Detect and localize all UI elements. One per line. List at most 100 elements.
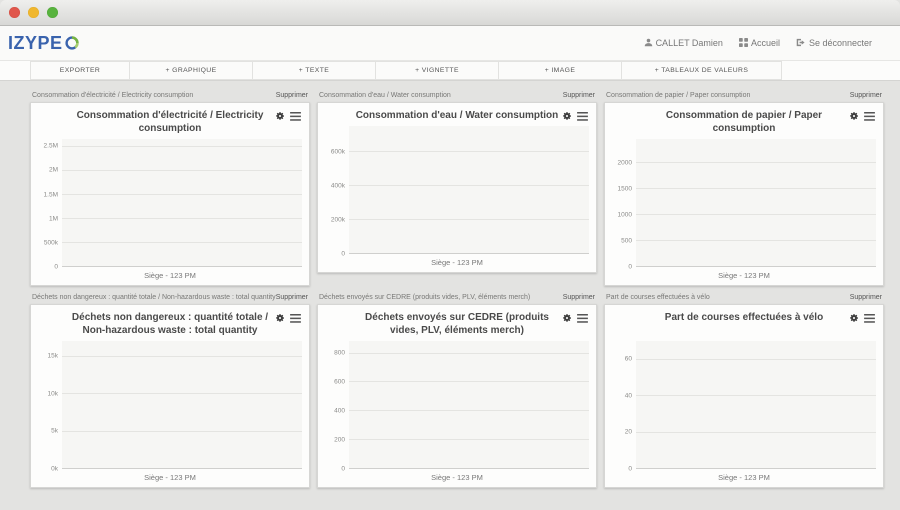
y-tick-label: 400k xyxy=(330,182,345,190)
maximize-window-button[interactable] xyxy=(47,7,58,18)
chart-export-menu-icon[interactable] xyxy=(864,111,875,121)
y-tick-label: 20 xyxy=(624,428,632,436)
panel-label: Consommation d'eau / Water consumption xyxy=(319,92,451,99)
gear-icon[interactable] xyxy=(849,111,859,121)
panel-delete-link[interactable]: Supprimer xyxy=(563,92,595,99)
y-tick-label: 0k xyxy=(51,465,58,473)
gear-icon[interactable] xyxy=(849,313,859,323)
chart-card-header: Déchets envoyés sur CEDRE (produits vide… xyxy=(325,311,589,337)
chart-plot xyxy=(636,341,876,469)
app-header: IZYPE CALLET Damien Accueil Se déconnect… xyxy=(0,26,900,60)
y-tick-label: 1000 xyxy=(617,211,632,219)
y-tick-label: 2.5M xyxy=(43,142,58,150)
chart-card-header: Consommation de papier / Paper consumpti… xyxy=(612,109,876,135)
y-tick-label: 0 xyxy=(628,263,632,271)
chart-export-menu-icon[interactable] xyxy=(864,313,875,323)
panel-header: Consommation d'eau / Water consumption S… xyxy=(317,91,597,102)
chart-yaxis: 15k 10k 5k 0k xyxy=(38,341,62,473)
chart-xaxis-label: Siège - 123 PM xyxy=(431,258,483,267)
panel-delete-link[interactable]: Supprimer xyxy=(276,294,308,301)
chart-card: Consommation d'eau / Water consumption 6… xyxy=(317,102,597,273)
accueil-link[interactable]: Accueil xyxy=(738,37,780,49)
chart-plot xyxy=(62,139,302,267)
user-bar: CALLET Damien Accueil Se déconnecter xyxy=(644,37,872,49)
chart-bars xyxy=(62,139,302,266)
y-tick-label: 600 xyxy=(334,378,345,386)
panel-header: Consommation d'électricité / Electricity… xyxy=(30,91,310,102)
chart-yaxis: 2000 1500 1000 500 0 xyxy=(612,139,636,271)
logout-label: Se déconnecter xyxy=(808,38,872,48)
toolbar-item-5[interactable]: + IMAGE xyxy=(499,61,622,80)
chart-card-header: Déchets non dangereux : quantité totale … xyxy=(38,311,302,337)
dashboard-content: Consommation d'électricité / Electricity… xyxy=(0,81,900,488)
y-tick-label: 40 xyxy=(624,392,632,400)
gear-icon[interactable] xyxy=(275,111,285,121)
chart-yaxis: 600k 400k 200k 0 xyxy=(325,126,349,257)
y-tick-label: 2M xyxy=(48,166,58,174)
y-tick-label: 0 xyxy=(54,263,58,271)
minimize-window-button[interactable] xyxy=(28,7,39,18)
chart-bars xyxy=(636,341,876,468)
panel-delete-link[interactable]: Supprimer xyxy=(276,92,308,99)
gear-icon[interactable] xyxy=(562,313,572,323)
chart-title: Consommation d'électricité / Electricity… xyxy=(76,110,264,134)
chart-card-icons xyxy=(849,111,875,121)
chart-bars xyxy=(349,341,589,468)
chart-bars xyxy=(349,126,589,253)
chart-card-header: Consommation d'électricité / Electricity… xyxy=(38,109,302,135)
panel-delete-link[interactable]: Supprimer xyxy=(563,294,595,301)
chart-panel: Déchets non dangereux : quantité totale … xyxy=(30,293,310,488)
chart-plot xyxy=(349,341,589,469)
close-window-button[interactable] xyxy=(9,7,20,18)
panel-header: Déchets non dangereux : quantité totale … xyxy=(30,293,310,304)
gear-icon[interactable] xyxy=(562,111,572,121)
chart-export-menu-icon[interactable] xyxy=(577,111,588,121)
chart-card: Consommation d'électricité / Electricity… xyxy=(30,102,310,286)
chart-area: 60 40 20 0 xyxy=(612,341,876,473)
panel-header: Consommation de papier / Paper consumpti… xyxy=(604,91,884,102)
logout-link[interactable]: Se déconnecter xyxy=(796,38,872,49)
chart-plot xyxy=(349,126,589,254)
chart-panel: Consommation d'eau / Water consumption S… xyxy=(317,91,597,286)
chart-export-menu-icon[interactable] xyxy=(290,111,301,121)
toolbar-item-2[interactable]: + GRAPHIQUE xyxy=(130,61,253,80)
user-menu[interactable]: CALLET Damien xyxy=(644,38,723,49)
chart-xaxis-label: Siège - 123 PM xyxy=(431,473,483,482)
chart-card-header: Part de courses effectuées à vélo xyxy=(612,311,876,337)
y-tick-label: 10k xyxy=(47,390,58,398)
panel-delete-link[interactable]: Supprimer xyxy=(850,92,882,99)
y-tick-label: 60 xyxy=(624,355,632,363)
y-tick-label: 800 xyxy=(334,349,345,357)
y-tick-label: 0 xyxy=(341,465,345,473)
logo-o-icon xyxy=(64,35,80,51)
chart-title: Part de courses effectuées à vélo xyxy=(664,312,824,323)
toolbar-item-6[interactable]: + TABLEAUX DE VALEURS xyxy=(622,61,782,80)
chart-export-menu-icon[interactable] xyxy=(290,313,301,323)
y-tick-label: 1500 xyxy=(617,185,632,193)
chart-card: Consommation de papier / Paper consumpti… xyxy=(604,102,884,286)
chart-area: 600k 400k 200k 0 xyxy=(325,126,589,258)
toolbar-item-3[interactable]: + TEXTE xyxy=(253,61,376,80)
y-tick-label: 600k xyxy=(330,148,345,156)
chart-export-menu-icon[interactable] xyxy=(577,313,588,323)
chart-area: 15k 10k 5k 0k xyxy=(38,341,302,473)
chart-title: Déchets non dangereux : quantité totale … xyxy=(71,312,269,336)
y-tick-label: 1.5M xyxy=(43,191,58,199)
toolbar-item-4[interactable]: + VIGNETTE xyxy=(376,61,499,80)
chart-area: 800 600 400 200 0 xyxy=(325,341,589,473)
gear-icon[interactable] xyxy=(275,313,285,323)
chart-xaxis-label: Siège - 123 PM xyxy=(144,271,196,280)
chart-yaxis: 800 600 400 200 0 xyxy=(325,341,349,472)
chart-title: Déchets envoyés sur CEDRE (produits vide… xyxy=(365,312,549,336)
chart-card-icons xyxy=(562,313,588,323)
toolbar-item-1[interactable]: EXPORTER xyxy=(30,61,130,80)
chart-xaxis-label: Siège - 123 PM xyxy=(144,473,196,482)
panel-delete-link[interactable]: Supprimer xyxy=(850,294,882,301)
chart-card: Part de courses effectuées à vélo 60 40 … xyxy=(604,304,884,488)
chart-card-icons xyxy=(849,313,875,323)
chart-panel: Déchets envoyés sur CEDRE (produits vide… xyxy=(317,293,597,488)
y-tick-label: 200k xyxy=(330,216,345,224)
panel-label: Part de courses effectuées à vélo xyxy=(606,294,710,301)
y-tick-label: 0 xyxy=(628,465,632,473)
y-tick-label: 500k xyxy=(43,239,58,247)
